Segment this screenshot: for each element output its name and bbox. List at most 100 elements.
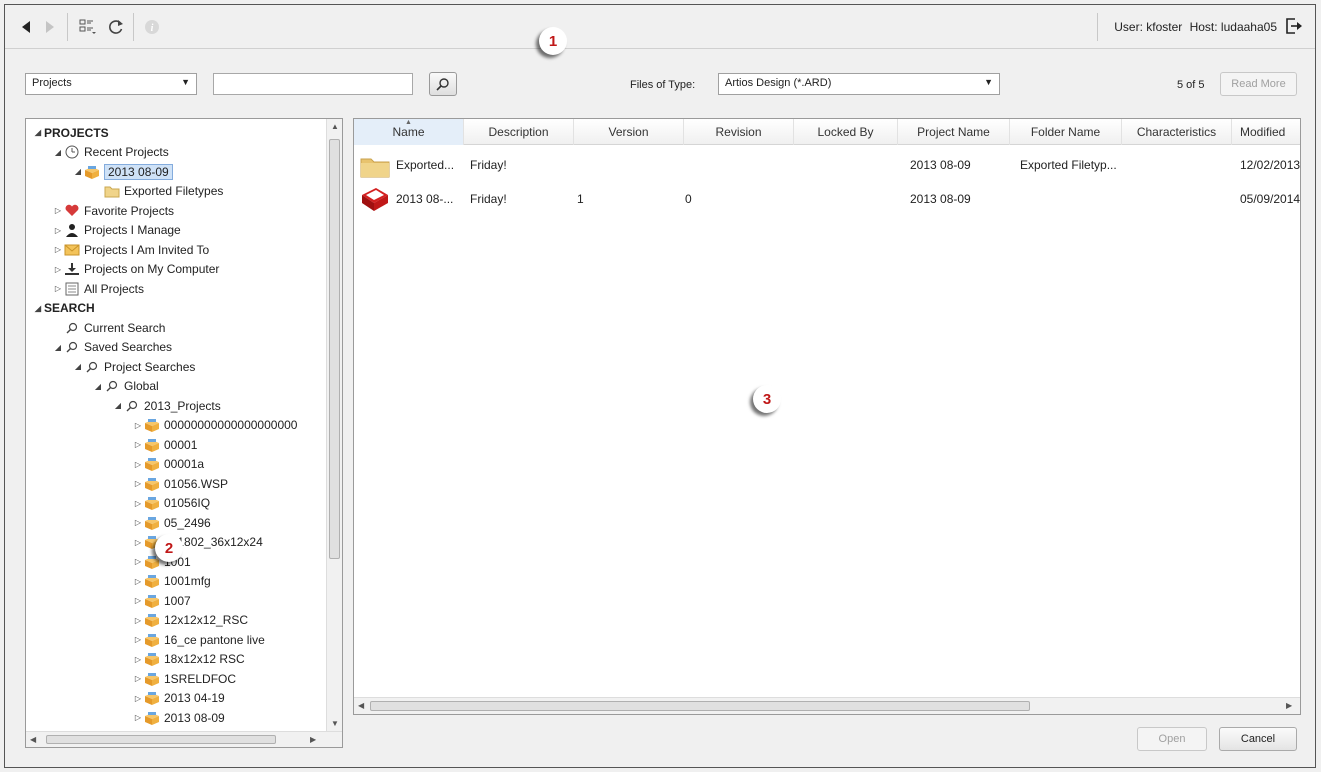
collapsed-toggle-icon[interactable]: ▷ (132, 713, 144, 722)
refresh-icon[interactable] (107, 18, 125, 36)
scroll-left-icon[interactable]: ◀ (358, 701, 364, 710)
collapsed-toggle-icon[interactable]: ▷ (132, 577, 144, 586)
expanded-toggle-icon[interactable]: ◢ (32, 128, 44, 137)
tree-item-label: All Projects (84, 281, 145, 296)
tree-item[interactable]: ▷ Projects on My Computer (52, 260, 219, 279)
tree-item[interactable]: ▷ 2013 04-19 (132, 689, 225, 708)
collapsed-toggle-icon[interactable]: ▷ (132, 655, 144, 664)
scroll-right-icon[interactable]: ▶ (310, 735, 316, 744)
tree-item[interactable]: ▷ 01056IQ (132, 494, 210, 513)
expanded-toggle-icon[interactable]: ◢ (32, 304, 44, 313)
tree-item[interactable]: ◢ 2013_Projects (112, 396, 221, 415)
tree-item[interactable]: ◢ PROJECTS (32, 123, 109, 142)
tree-item[interactable]: ▷ 00001a (132, 455, 204, 474)
info-icon[interactable]: i (143, 18, 161, 36)
tree-item[interactable]: ▷ 1007 (132, 591, 191, 610)
column-version[interactable]: Version (574, 119, 684, 145)
tree-vertical-scroll-thumb[interactable] (329, 139, 340, 559)
collapsed-toggle-icon[interactable]: ▷ (132, 694, 144, 703)
search-input[interactable] (213, 73, 413, 95)
collapsed-toggle-icon[interactable]: ▷ (132, 460, 144, 469)
column-folder-name[interactable]: Folder Name (1010, 119, 1122, 145)
tree-item[interactable]: ▷ 18x12x12 RSC (132, 650, 245, 669)
table-row[interactable]: Exported... Friday! 2013 08-09 Exported … (354, 149, 1300, 181)
logout-icon[interactable] (1285, 17, 1303, 35)
tree-item[interactable]: ◢ SEARCH (32, 299, 95, 318)
file-list[interactable]: ▲ Name Description Version Revision Lock… (353, 118, 1301, 715)
scroll-up-icon[interactable]: ▲ (331, 122, 339, 131)
view-options-icon[interactable] (79, 18, 97, 36)
scope-dropdown[interactable]: Projects ▼ (25, 73, 197, 95)
search-button[interactable] (429, 72, 457, 96)
tree-item[interactable]: ▷ Favorite Projects (52, 201, 174, 220)
tree-item[interactable]: ◢ Global (92, 377, 159, 396)
tree-horizontal-scrollbar[interactable]: ◀ ▶ (26, 731, 342, 747)
table-row[interactable]: 2013 08-... Friday! 1 0 2013 08-09 05/09… (354, 183, 1300, 215)
tree-item[interactable]: ▷ 061802_36x12x24 (132, 533, 263, 552)
column-characteristics[interactable]: Characteristics (1122, 119, 1232, 145)
collapsed-toggle-icon[interactable]: ▷ (132, 440, 144, 449)
tree-item[interactable]: ▷ All Projects (52, 279, 144, 298)
collapsed-toggle-icon[interactable]: ▷ (132, 518, 144, 527)
expanded-toggle-icon[interactable]: ◢ (52, 148, 64, 157)
expanded-toggle-icon[interactable]: ◢ (72, 167, 84, 176)
project-tree[interactable]: ◢ PROJECTS ◢ Recent Projects ◢ 2013 08-09 Expo… (25, 118, 343, 748)
collapsed-toggle-icon[interactable]: ▷ (132, 596, 144, 605)
column-header-row: ▲ Name Description Version Revision Lock… (354, 119, 1300, 145)
column-project-name[interactable]: Project Name (898, 119, 1010, 145)
collapsed-toggle-icon[interactable]: ▷ (132, 421, 144, 430)
tree-item[interactable]: ▷ Projects I Am Invited To (52, 240, 209, 259)
forward-arrow-icon[interactable] (41, 18, 59, 36)
collapsed-toggle-icon[interactable]: ▷ (132, 635, 144, 644)
collapsed-toggle-icon[interactable]: ▷ (132, 557, 144, 566)
collapsed-toggle-icon[interactable]: ▷ (132, 674, 144, 683)
cancel-button[interactable]: Cancel (1219, 727, 1297, 751)
list-horizontal-scroll-thumb[interactable] (370, 701, 1030, 711)
collapsed-toggle-icon[interactable]: ▷ (132, 538, 144, 547)
tree-item[interactable]: ▷ 1SRELDFOC (132, 669, 236, 688)
back-arrow-icon[interactable] (17, 18, 35, 36)
tree-item[interactable]: ◢ Recent Projects (52, 143, 169, 162)
collapsed-toggle-icon[interactable]: ▷ (52, 206, 64, 215)
column-modified[interactable]: Modified (1232, 119, 1300, 145)
tree-item[interactable]: ▷ 01056.WSP (132, 474, 228, 493)
tree-item[interactable]: ▷ 00001 (132, 435, 197, 454)
column-locked-by[interactable]: Locked By (794, 119, 898, 145)
collapsed-toggle-icon[interactable]: ▷ (52, 284, 64, 293)
tree-item[interactable]: ◢ Project Searches (72, 357, 195, 376)
list-horizontal-scrollbar[interactable]: ◀ ▶ (354, 697, 1300, 714)
tree-item[interactable]: Current Search (52, 318, 165, 337)
tree-item[interactable]: ▷ Projects I Manage (52, 221, 181, 240)
collapsed-toggle-icon[interactable]: ▷ (132, 616, 144, 625)
column-description[interactable]: Description (464, 119, 574, 145)
tree-item[interactable]: Exported Filetypes (92, 182, 223, 201)
expanded-toggle-icon[interactable]: ◢ (92, 382, 104, 391)
open-button[interactable]: Open (1137, 727, 1207, 751)
tree-item[interactable]: ▷ 2013 08-09 (132, 708, 225, 727)
tree-vertical-scrollbar[interactable]: ▲ ▼ (326, 119, 342, 733)
tree-item[interactable]: ◢ Saved Searches (52, 338, 172, 357)
expanded-toggle-icon[interactable]: ◢ (72, 362, 84, 371)
collapsed-toggle-icon[interactable]: ▷ (132, 479, 144, 488)
tree-horizontal-scroll-thumb[interactable] (46, 735, 276, 744)
expanded-toggle-icon[interactable]: ◢ (52, 343, 64, 352)
expanded-toggle-icon[interactable]: ◢ (112, 401, 124, 410)
project-box-icon (144, 691, 160, 705)
tree-item[interactable]: ◢ 2013 08-09 (72, 162, 173, 181)
tree-item[interactable]: ▷ 1001mfg (132, 572, 211, 591)
read-more-button[interactable]: Read More (1220, 72, 1297, 96)
column-revision[interactable]: Revision (684, 119, 794, 145)
scroll-left-icon[interactable]: ◀ (30, 735, 36, 744)
tree-item[interactable]: ▷ 05_2496 (132, 513, 211, 532)
collapsed-toggle-icon[interactable]: ▷ (52, 245, 64, 254)
tree-item[interactable]: ▷ 12x12x12_RSC (132, 611, 248, 630)
collapsed-toggle-icon[interactable]: ▷ (52, 265, 64, 274)
column-name[interactable]: ▲ Name (354, 119, 464, 145)
tree-item[interactable]: ▷ 00000000000000000000 (132, 416, 297, 435)
files-of-type-dropdown[interactable]: Artios Design (*.ARD) ▼ (718, 73, 1000, 95)
scroll-right-icon[interactable]: ▶ (1286, 701, 1292, 710)
collapsed-toggle-icon[interactable]: ▷ (132, 499, 144, 508)
collapsed-toggle-icon[interactable]: ▷ (52, 226, 64, 235)
scroll-down-icon[interactable]: ▼ (331, 719, 339, 728)
tree-item[interactable]: ▷ 16_ce pantone live (132, 630, 265, 649)
